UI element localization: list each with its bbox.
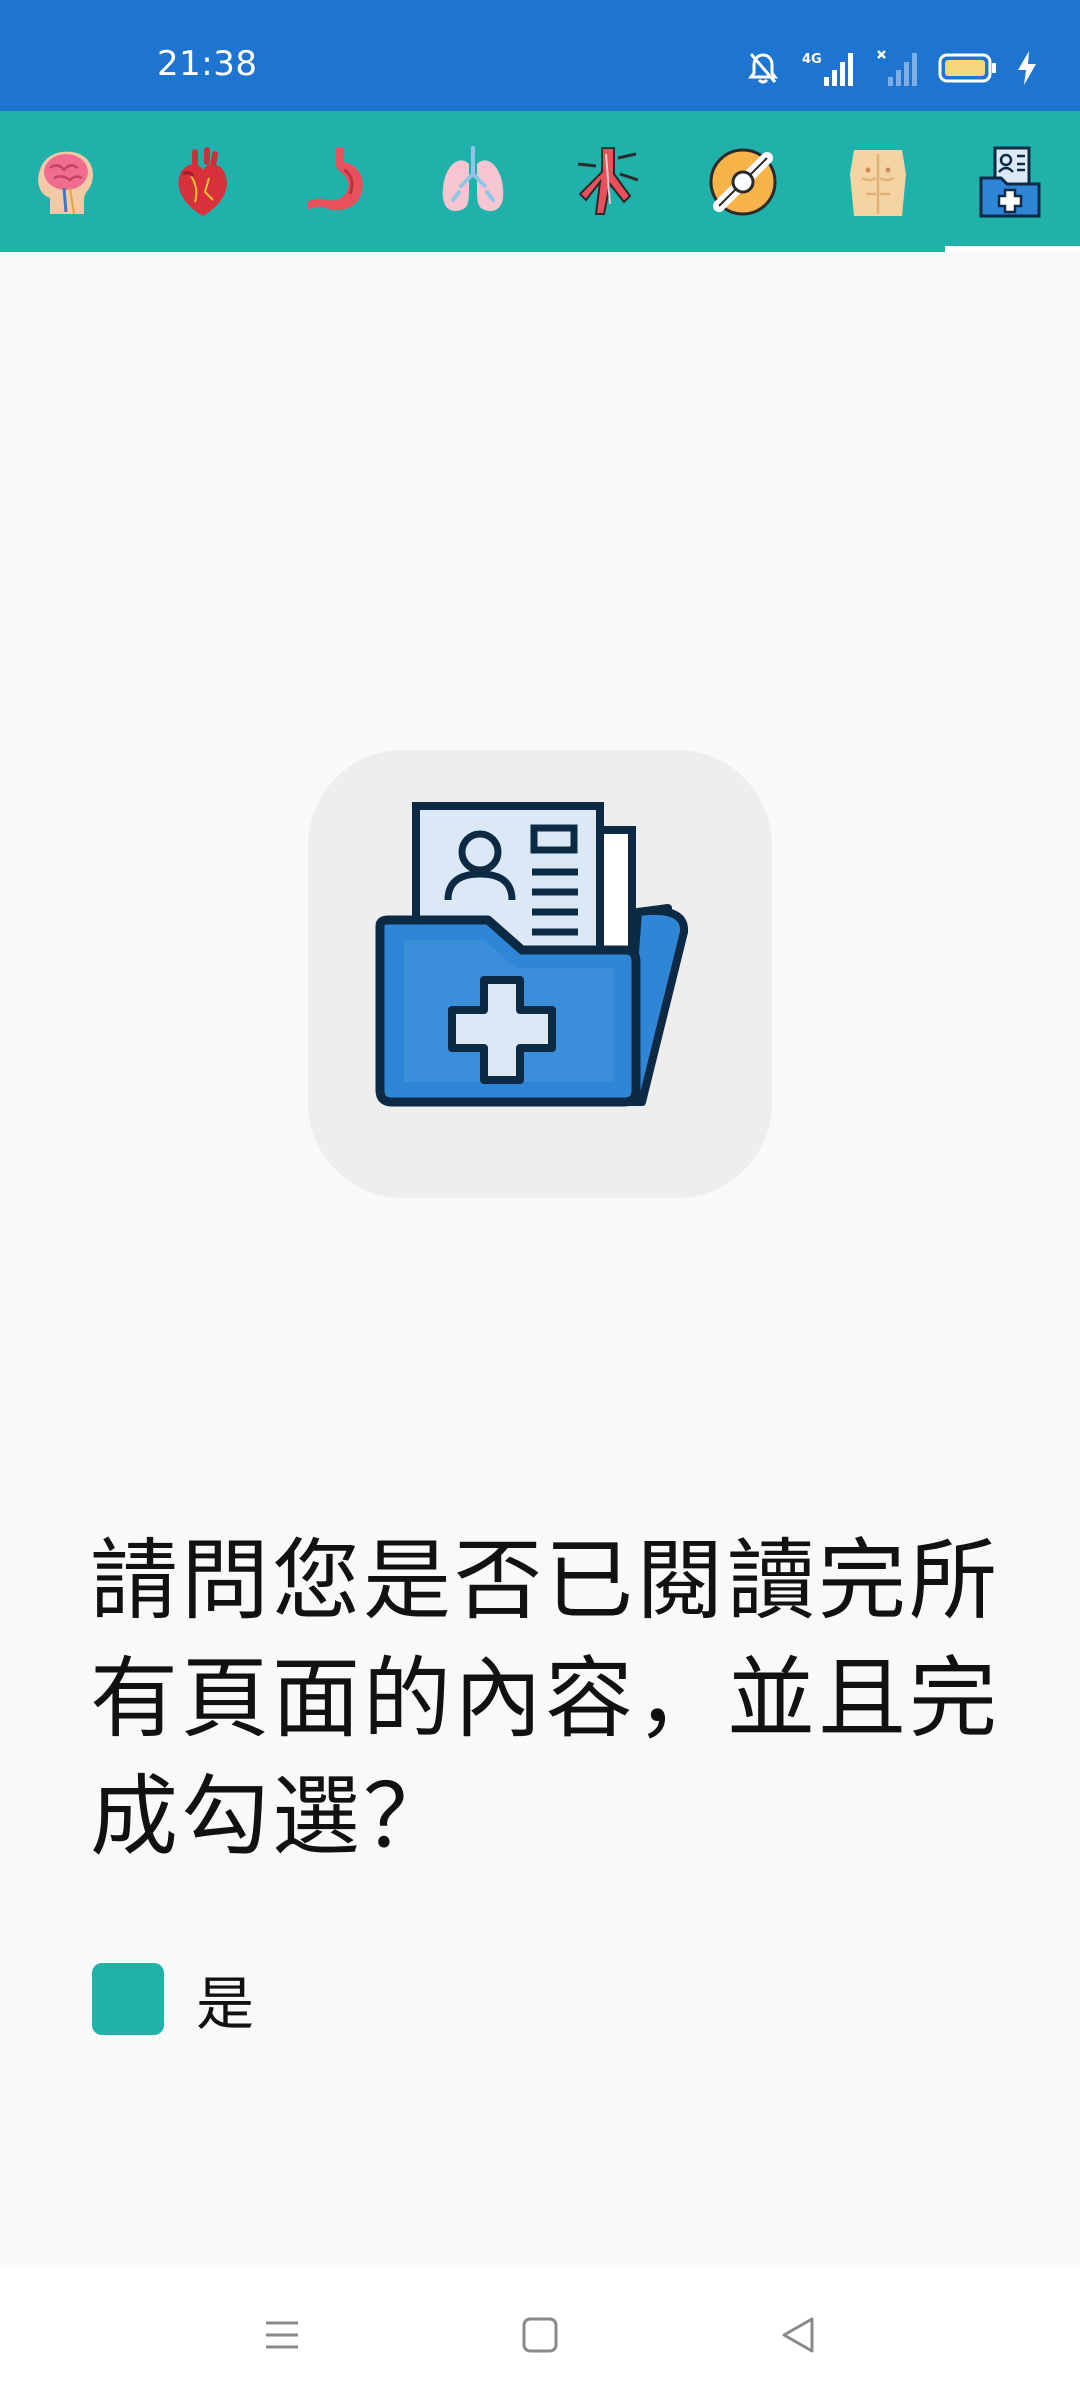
tab-joint[interactable] (675, 111, 810, 252)
option-yes-label: 是 (196, 1970, 255, 2038)
charging-bolt-icon (1018, 51, 1036, 85)
battery-icon (938, 53, 996, 83)
back-triangle-icon (782, 2317, 814, 2353)
tab-lungs[interactable] (405, 111, 540, 252)
status-bar: 21:38 4G (0, 0, 1080, 111)
mute-bell-icon (748, 53, 778, 84)
signal-4g-icon: 4G (802, 52, 853, 86)
question-text: 請問您是否已閱讀完所有頁面的內容，並且完成勾選？ (90, 1529, 1001, 1868)
signal-no-sim-icon (877, 50, 917, 86)
tab-torso[interactable] (810, 111, 945, 252)
tab-medical-record[interactable] (945, 111, 1080, 252)
tab-heart[interactable] (135, 111, 270, 252)
back-button[interactable] (768, 2310, 828, 2360)
option-yes[interactable]: 是 (92, 1957, 254, 2041)
network-type-label: 4G (802, 52, 822, 67)
home-button[interactable] (510, 2310, 570, 2360)
category-tab-bar (0, 111, 1080, 252)
torso-icon (849, 149, 906, 216)
tab-blood-vessel[interactable] (540, 111, 675, 252)
medical-record-folder-icon (979, 146, 1040, 217)
joint-icon (709, 148, 776, 215)
hero-icon-tile (308, 750, 772, 1198)
medical-record-folder-icon (375, 802, 689, 1107)
status-icons: 4G (748, 48, 1038, 88)
home-square-icon (522, 2317, 558, 2353)
recent-apps-button[interactable] (252, 2310, 312, 2360)
brain-icon (37, 151, 93, 214)
heart-icon (178, 146, 227, 216)
tab-brain[interactable] (0, 111, 135, 252)
stomach-icon (307, 147, 363, 210)
option-yes-checkbox[interactable] (92, 1963, 164, 2035)
tab-stomach[interactable] (270, 111, 405, 252)
main-content: 請問您是否已閱讀完所有頁面的內容，並且完成勾選？ 是 (0, 252, 1080, 2265)
blood-vessel-icon (577, 146, 638, 215)
status-time: 21:38 (157, 44, 258, 84)
lungs-icon (442, 145, 503, 211)
menu-icon (266, 2321, 298, 2349)
